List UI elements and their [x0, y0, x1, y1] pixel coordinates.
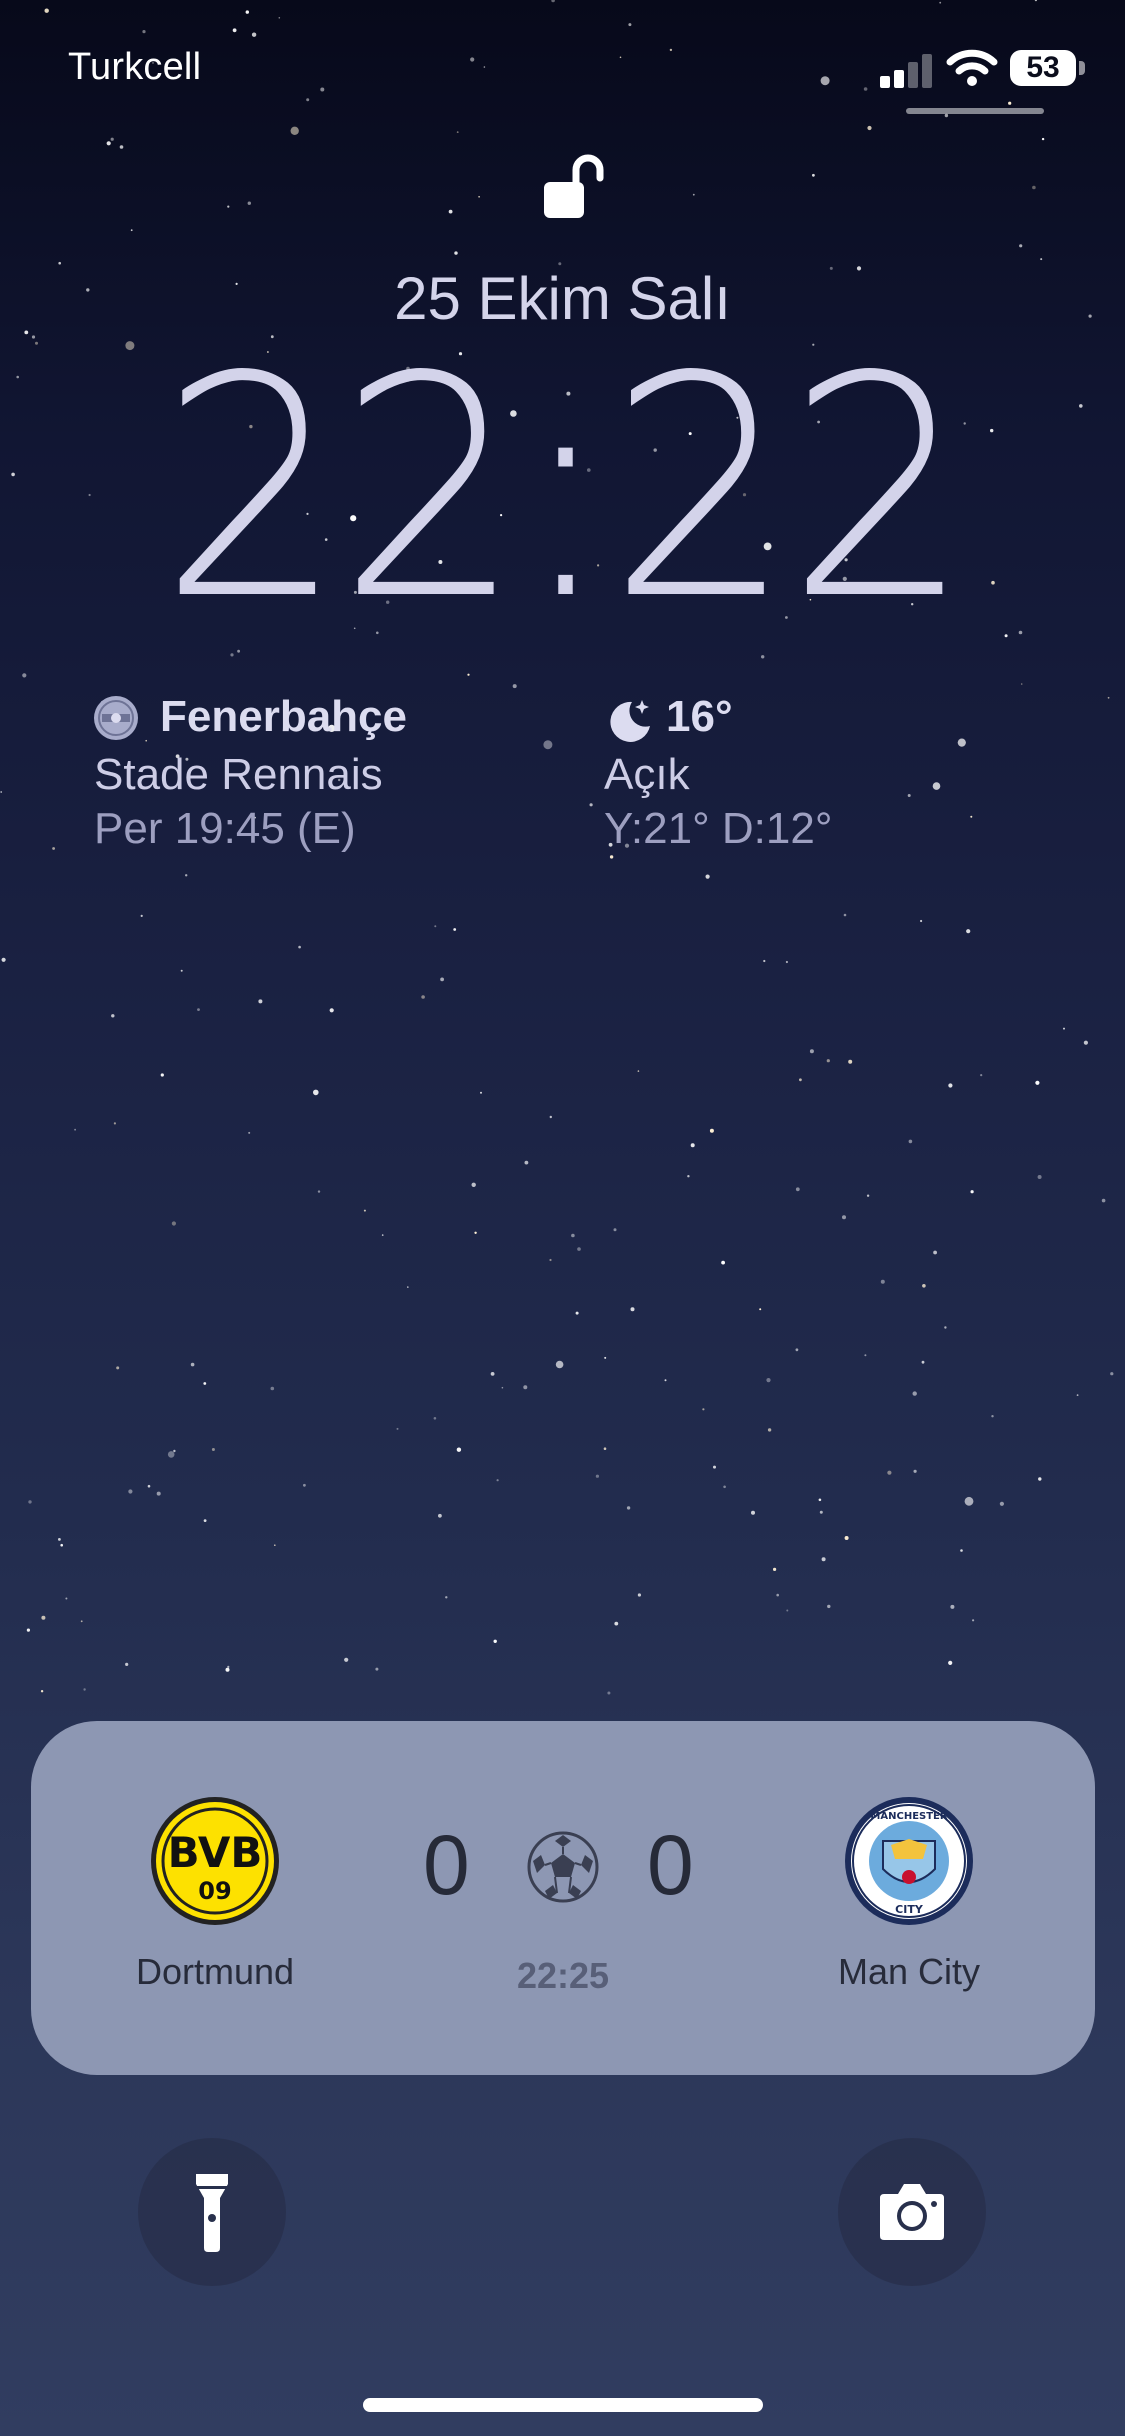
weather-condition: Açık — [604, 750, 690, 799]
weather-high-low: Y:21° D:12° — [604, 804, 833, 853]
dortmund-logo-icon: BVB 09 — [151, 1797, 279, 1925]
control-center-grabber[interactable] — [906, 108, 1044, 114]
flashlight-button[interactable] — [138, 2138, 286, 2286]
lock-time: 22:22 — [159, 312, 972, 667]
moon-stars-icon — [610, 700, 650, 742]
home-indicator[interactable] — [363, 2398, 763, 2412]
flashlight-icon — [196, 2174, 228, 2252]
svg-text:09: 09 — [198, 1877, 231, 1905]
match-clock: 22:25 — [516, 1955, 610, 1996]
camera-button[interactable] — [838, 2138, 986, 2286]
carrier-name: Turkcell — [68, 46, 202, 88]
svg-text:MANCHESTER: MANCHESTER — [870, 1811, 947, 1822]
soccer-ball-icon — [527, 1831, 599, 1903]
sports-widget-team: Fenerbahçe — [160, 692, 407, 741]
camera-icon — [880, 2184, 944, 2240]
battery-tip — [1079, 61, 1085, 75]
away-team-name: Man City — [837, 1951, 981, 1992]
sports-widget-opponent: Stade Rennais — [94, 750, 383, 799]
cellular-signal-icon — [880, 50, 936, 88]
unlocked-padlock-icon — [544, 154, 604, 218]
svg-text:BVB: BVB — [168, 1828, 263, 1877]
home-score: 0 — [423, 1818, 470, 1912]
svg-text:CITY: CITY — [895, 1903, 924, 1916]
home-team-name: Dortmund — [135, 1951, 295, 1992]
live-match-activity[interactable]: BVB 09 Dortmund 0 0 22:25 MANCHESTER CIT… — [31, 1721, 1095, 2075]
battery-indicator: 53 — [1010, 50, 1076, 86]
fenerbahce-crest-icon — [94, 696, 138, 740]
weather-temperature: 16° — [666, 692, 733, 741]
wifi-icon — [946, 49, 998, 86]
away-score: 0 — [647, 1818, 694, 1912]
man-city-logo-icon: MANCHESTER CITY — [845, 1797, 973, 1925]
sports-widget-schedule: Per 19:45 (E) — [94, 804, 356, 853]
